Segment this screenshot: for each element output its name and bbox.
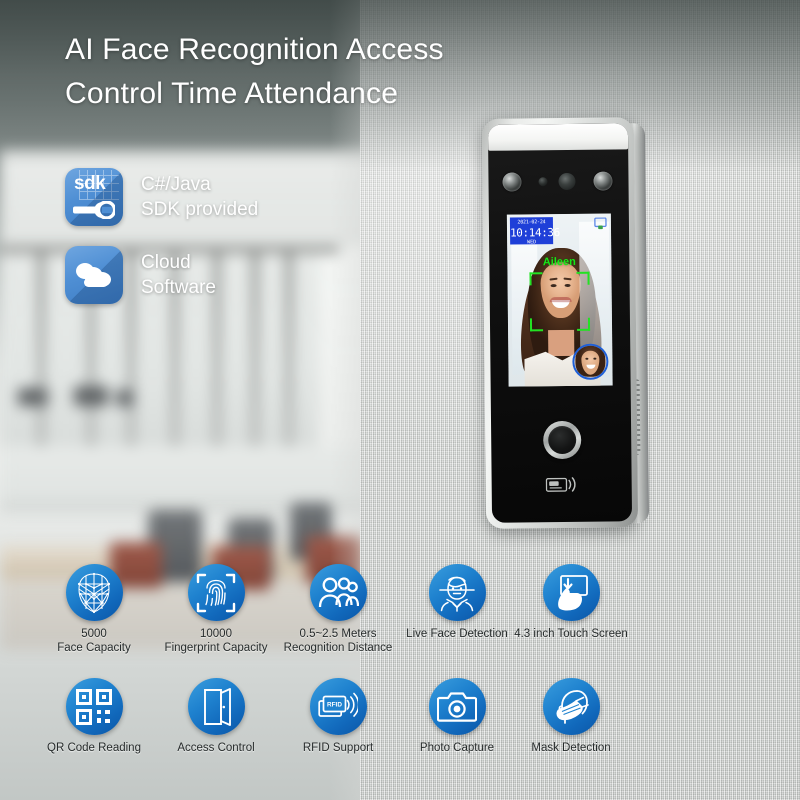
ir-fill-light-left-icon	[502, 172, 522, 192]
touch-screen-glyph	[558, 574, 588, 610]
ir-fill-light-right-icon	[593, 171, 613, 191]
badge-sdk-text: C#/Java SDK provided	[141, 172, 258, 222]
device-front-panel: 2021-02-24 10:14:36 WED Aileen	[487, 123, 633, 523]
feature-qr-code-reading: QR Code Reading	[33, 678, 155, 755]
badge-cloud-line-2: Software	[141, 277, 216, 298]
feature-label: Photo Capture	[396, 741, 518, 755]
fingerprint-sensor[interactable]	[543, 420, 582, 460]
feature-label-line-1: RFID Support	[302, 742, 374, 754]
ir-camera-icon	[558, 172, 576, 191]
nfc-icon	[545, 477, 576, 492]
feature-label-line-1: Mask Detection	[531, 742, 611, 754]
feature-label: RFID Support	[277, 741, 399, 755]
sdk-icon: sdk	[65, 168, 123, 226]
feature-label: 5000 Face Capacity	[33, 627, 155, 656]
face-bracket-top-right	[576, 271, 590, 285]
feature-fingerprint-capacity: 10000 Fingerprint Capacity	[155, 564, 277, 656]
feature-label-line-1: Live Face Detection	[406, 628, 508, 640]
feature-touch-screen: 4.3 inch Touch Screen	[510, 564, 632, 641]
device-light-bar	[487, 123, 629, 151]
lcd-datetime-box: 2021-02-24 10:14:36 WED	[509, 217, 560, 245]
touch-screen-icon	[542, 564, 600, 621]
feature-label-line-1: Access Control	[177, 742, 255, 754]
feature-label-line-1: 5000	[81, 628, 107, 640]
feature-label-line-2: Fingerprint Capacity	[164, 642, 268, 655]
live-face-icon	[428, 564, 486, 621]
badge-cloud: Cloud Software	[65, 246, 216, 304]
feature-mask-detection: Mask Detection	[510, 678, 632, 755]
lcd-time: 10:14:36	[509, 226, 560, 240]
device-lcd-screen[interactable]: 2021-02-24 10:14:36 WED Aileen	[506, 213, 613, 387]
feature-access-control: Access Control	[155, 678, 277, 755]
face-mesh-icon	[65, 564, 123, 621]
feature-label: 10000 Fingerprint Capacity	[155, 627, 277, 656]
feature-rfid-support: RFID RFID Support	[277, 678, 399, 755]
svg-text:RFID: RFID	[327, 701, 342, 708]
headline-line-2: Control Time Attendance	[65, 76, 399, 110]
feature-label-line-1: 10000	[200, 628, 232, 640]
face-mesh-glyph	[77, 572, 111, 613]
feature-label-line-1: QR Code Reading	[47, 742, 141, 754]
live-face-glyph	[439, 576, 475, 612]
feature-label-line-1: Photo Capture	[419, 742, 495, 754]
face-bracket-bottom-left	[529, 318, 544, 332]
people-group-icon	[309, 564, 367, 621]
feature-label: Mask Detection	[510, 741, 632, 755]
cloud-glyph	[76, 263, 111, 287]
fingerprint-glyph	[196, 573, 236, 612]
badge-cloud-line-1: Cloud	[141, 251, 191, 273]
camera-glyph	[437, 691, 477, 722]
headline-line-1: AI Face Recognition Access	[65, 33, 444, 66]
badge-sdk-line-1: C#/Java	[141, 173, 211, 195]
open-door-glyph	[204, 687, 231, 726]
cloud-icon	[65, 246, 123, 304]
open-door-icon	[187, 678, 245, 735]
people-group-glyph	[318, 576, 359, 607]
fingerprint-sensor-surface	[548, 425, 577, 455]
sdk-icon-label: sdk	[74, 173, 106, 194]
feature-label: 4.3 inch Touch Screen	[510, 627, 632, 641]
face-mask-glyph	[556, 689, 589, 724]
network-status-icon[interactable]	[594, 217, 607, 230]
feature-label-line-1: 0.5~2.5 Meters	[299, 628, 377, 640]
feature-label-line-1: 4.3 inch Touch Screen	[514, 628, 628, 640]
feature-label-line-2: Face Capacity	[57, 642, 131, 655]
captured-face-thumbnail	[572, 343, 609, 380]
badge-cloud-text: Cloud Software	[141, 250, 216, 300]
face-bracket-top-left	[529, 272, 543, 286]
fingerprint-icon	[187, 564, 245, 621]
qr-code-icon	[65, 678, 123, 735]
badge-sdk-line-2: SDK provided	[141, 199, 259, 220]
feature-live-face-detection: Live Face Detection	[396, 564, 518, 641]
feature-photo-capture: Photo Capture	[396, 678, 518, 755]
badge-sdk: sdk C#/Java SDK provided	[65, 168, 258, 226]
page-title: AI Face Recognition Access Control Time …	[65, 28, 585, 115]
rfid-card-glyph: RFID	[318, 692, 358, 717]
camera-icon	[428, 678, 486, 735]
wrench-icon	[73, 201, 115, 219]
feature-face-capacity: 5000 Face Capacity	[33, 564, 155, 656]
poster-canvas: AI Face Recognition Access Control Time …	[0, 0, 800, 800]
qr-code-glyph	[76, 688, 112, 725]
feature-label: Live Face Detection	[396, 627, 518, 641]
ambient-light-sensor-icon	[538, 177, 548, 187]
rfid-card-icon: RFID	[309, 678, 367, 735]
feature-recognition-distance: 0.5~2.5 Meters Recognition Distance	[277, 564, 399, 656]
face-mask-icon	[542, 678, 600, 735]
feature-label-line-2: Recognition Distance	[283, 642, 393, 655]
face-bracket-bottom-right	[576, 317, 591, 331]
feature-label: QR Code Reading	[33, 741, 155, 755]
recognized-name-label: Aileen	[542, 255, 576, 269]
feature-label: 0.5~2.5 Meters Recognition Distance	[277, 627, 399, 656]
feature-label: Access Control	[155, 741, 277, 755]
face-recognition-terminal: 2021-02-24 10:14:36 WED Aileen	[467, 117, 663, 545]
